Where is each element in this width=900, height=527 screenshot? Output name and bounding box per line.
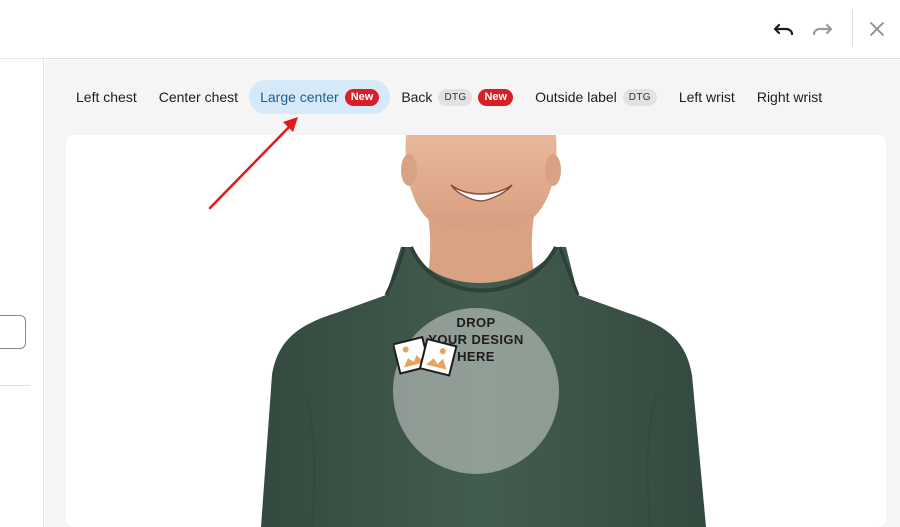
undo-button[interactable]	[771, 16, 797, 42]
undo-icon	[774, 23, 794, 36]
tab-center-chest[interactable]: Center chest	[148, 80, 249, 114]
main-area: Left chest Center chest Large center New…	[45, 60, 900, 527]
tab-left-chest[interactable]: Left chest	[65, 80, 148, 114]
tab-outside-label[interactable]: Outside label DTG	[524, 80, 668, 114]
drop-zone-line-1: DROP	[456, 315, 496, 330]
tab-large-center[interactable]: Large center New	[249, 80, 391, 114]
tab-label: Left chest	[76, 89, 137, 105]
dtg-badge: DTG	[622, 88, 657, 106]
toolbar-divider	[852, 10, 853, 46]
left-panel-input[interactable]	[0, 315, 26, 349]
tab-left-wrist[interactable]: Left wrist	[668, 80, 746, 114]
design-drop-zone[interactable]: DROP YOUR DESIGN HERE	[393, 308, 559, 474]
redo-icon	[812, 23, 832, 36]
new-badge: New	[478, 88, 514, 106]
product-preview: DROP YOUR DESIGN HERE	[66, 135, 886, 527]
new-badge: New	[344, 88, 380, 106]
tab-right-wrist[interactable]: Right wrist	[746, 80, 833, 114]
left-panel-divider	[0, 385, 30, 386]
tab-label: Center chest	[158, 89, 239, 105]
placement-tabs: Left chest Center chest Large center New…	[65, 80, 833, 114]
redo-button[interactable]	[809, 16, 835, 42]
left-panel	[0, 59, 44, 527]
tab-label: Large center	[260, 89, 339, 105]
close-icon	[870, 22, 884, 36]
image-icon	[393, 335, 458, 377]
tab-back[interactable]: Back DTG New	[390, 80, 524, 114]
top-toolbar	[0, 0, 900, 59]
dtg-badge: DTG	[438, 88, 473, 106]
close-button[interactable]	[864, 16, 890, 42]
tab-label: Back	[401, 89, 433, 105]
tab-label: Left wrist	[678, 89, 735, 105]
tab-label: Outside label	[535, 89, 617, 105]
tab-label: Right wrist	[756, 89, 823, 105]
